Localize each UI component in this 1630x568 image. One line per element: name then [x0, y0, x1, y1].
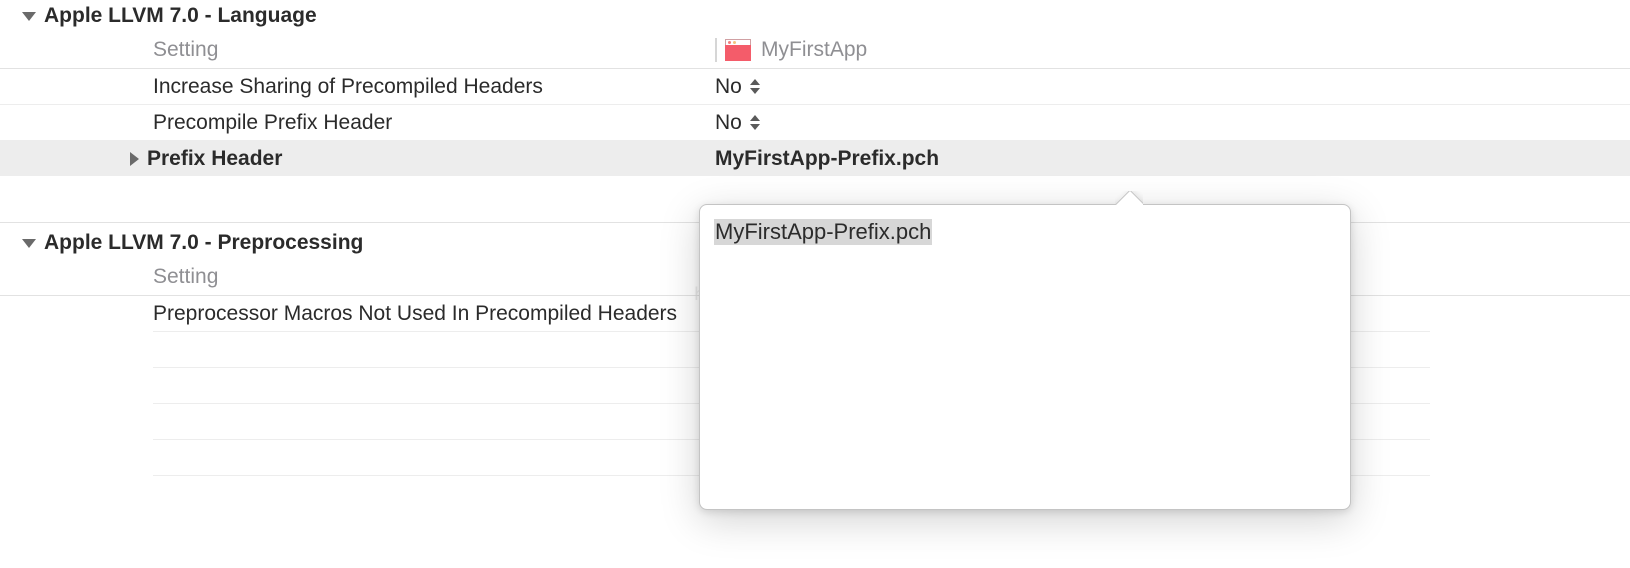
setting-value[interactable]: MyFirstApp-Prefix.pch — [715, 147, 1630, 171]
setting-value[interactable]: No — [715, 75, 1630, 99]
label-text: Prefix Header — [147, 147, 282, 171]
column-divider — [715, 38, 717, 62]
stepper-icon[interactable] — [750, 115, 760, 130]
disclosure-down-icon[interactable] — [22, 12, 36, 21]
column-setting-label: Setting — [0, 265, 715, 289]
popover-arrow-icon — [1115, 191, 1143, 205]
value-text: MyFirstApp-Prefix.pch — [715, 147, 939, 171]
setting-label: Precompile Prefix Header — [0, 111, 715, 135]
section-title: Apple LLVM 7.0 - Language — [44, 4, 317, 28]
section-title: Apple LLVM 7.0 - Preprocessing — [44, 231, 363, 255]
value-text: No — [715, 111, 742, 135]
setting-row-prefix-header[interactable]: Prefix Header MyFirstApp-Prefix.pch — [0, 140, 1630, 176]
column-target: MyFirstApp — [715, 38, 1630, 62]
setting-label: Prefix Header — [0, 147, 715, 171]
setting-label: Preprocessor Macros Not Used In Precompi… — [0, 302, 715, 326]
app-icon — [725, 39, 751, 61]
column-setting-label: Setting — [0, 38, 715, 62]
value-editor-popover[interactable]: MyFirstApp-Prefix.pch — [699, 204, 1351, 510]
setting-value[interactable]: No — [715, 111, 1630, 135]
disclosure-down-icon[interactable] — [22, 239, 36, 248]
setting-label: Increase Sharing of Precompiled Headers — [0, 75, 715, 99]
setting-row-increase-sharing[interactable]: Increase Sharing of Precompiled Headers … — [0, 68, 1630, 104]
value-text: No — [715, 75, 742, 99]
setting-row-precompile-prefix[interactable]: Precompile Prefix Header No — [0, 104, 1630, 140]
popover-text-input[interactable]: MyFirstApp-Prefix.pch — [714, 219, 932, 245]
column-header-language: Setting MyFirstApp — [0, 32, 1630, 68]
disclosure-right-icon[interactable] — [130, 152, 139, 166]
section-header-language[interactable]: Apple LLVM 7.0 - Language — [0, 0, 1630, 32]
target-name: MyFirstApp — [761, 38, 867, 62]
stepper-icon[interactable] — [750, 79, 760, 94]
